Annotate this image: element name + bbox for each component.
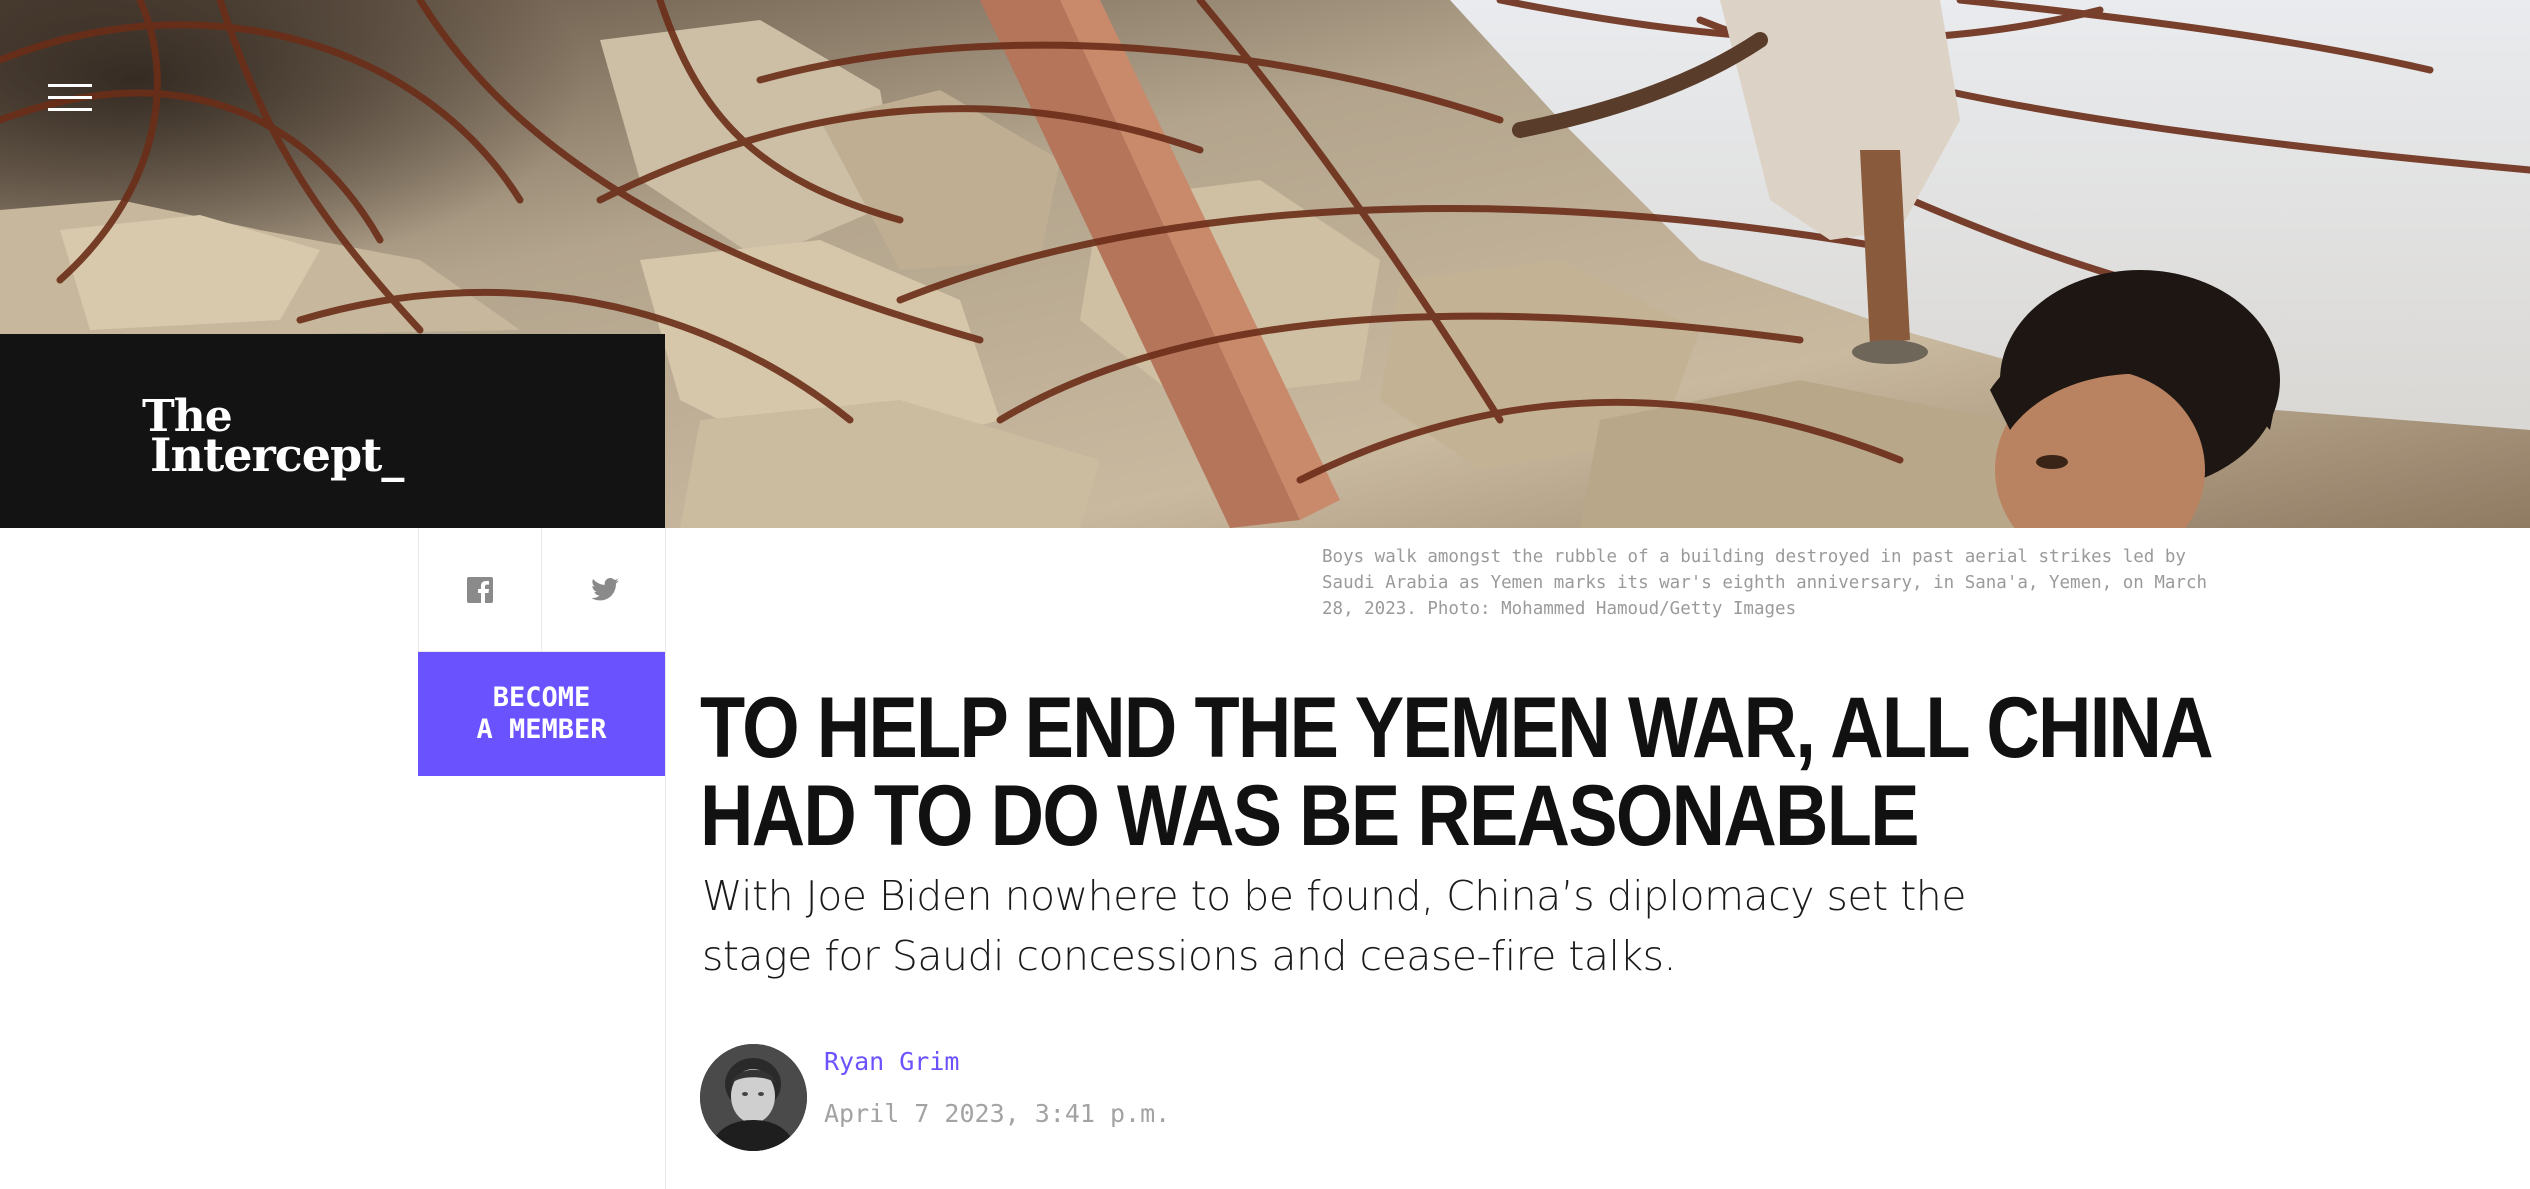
- member-button-line-2: A MEMBER: [476, 714, 607, 745]
- twitter-share-button[interactable]: [543, 528, 666, 651]
- article-headline: TO HELP END THE YEMEN WAR, ALL CHINA HAD…: [700, 680, 2214, 864]
- logo-block: The Intercept_: [0, 334, 665, 528]
- member-button-line-1: BECOME: [492, 682, 591, 713]
- author-photo: [700, 1044, 807, 1151]
- publish-date: April 7 2023, 3:41 p.m.: [824, 1099, 1171, 1128]
- facebook-icon: [467, 576, 493, 603]
- become-member-button[interactable]: BECOME A MEMBER: [418, 652, 665, 776]
- facebook-share-button[interactable]: [419, 528, 542, 651]
- headline-line-1: TO HELP END THE YEMEN WAR, ALL CHINA: [700, 680, 2214, 776]
- photo-caption: Boys walk amongst the rubble of a buildi…: [1322, 547, 2208, 619]
- subheadline-line-1: With Joe Biden nowhere to be found, Chin…: [702, 872, 1966, 920]
- share-bar: [418, 528, 666, 652]
- twitter-icon: [590, 578, 619, 601]
- site-logo[interactable]: The Intercept_: [142, 395, 404, 482]
- article-subheadline: With Joe Biden nowhere to be found, Chin…: [702, 866, 2002, 986]
- logo-line-2: Intercept_: [150, 428, 404, 482]
- headline-line-2: HAD TO DO WAS BE REASONABLE: [700, 768, 1920, 864]
- author-name-link[interactable]: Ryan Grim: [824, 1046, 959, 1078]
- subheadline-line-2: stage for Saudi concessions and cease-fi…: [702, 932, 1677, 980]
- author-avatar[interactable]: [700, 1044, 807, 1151]
- hamburger-menu-icon[interactable]: [48, 84, 92, 112]
